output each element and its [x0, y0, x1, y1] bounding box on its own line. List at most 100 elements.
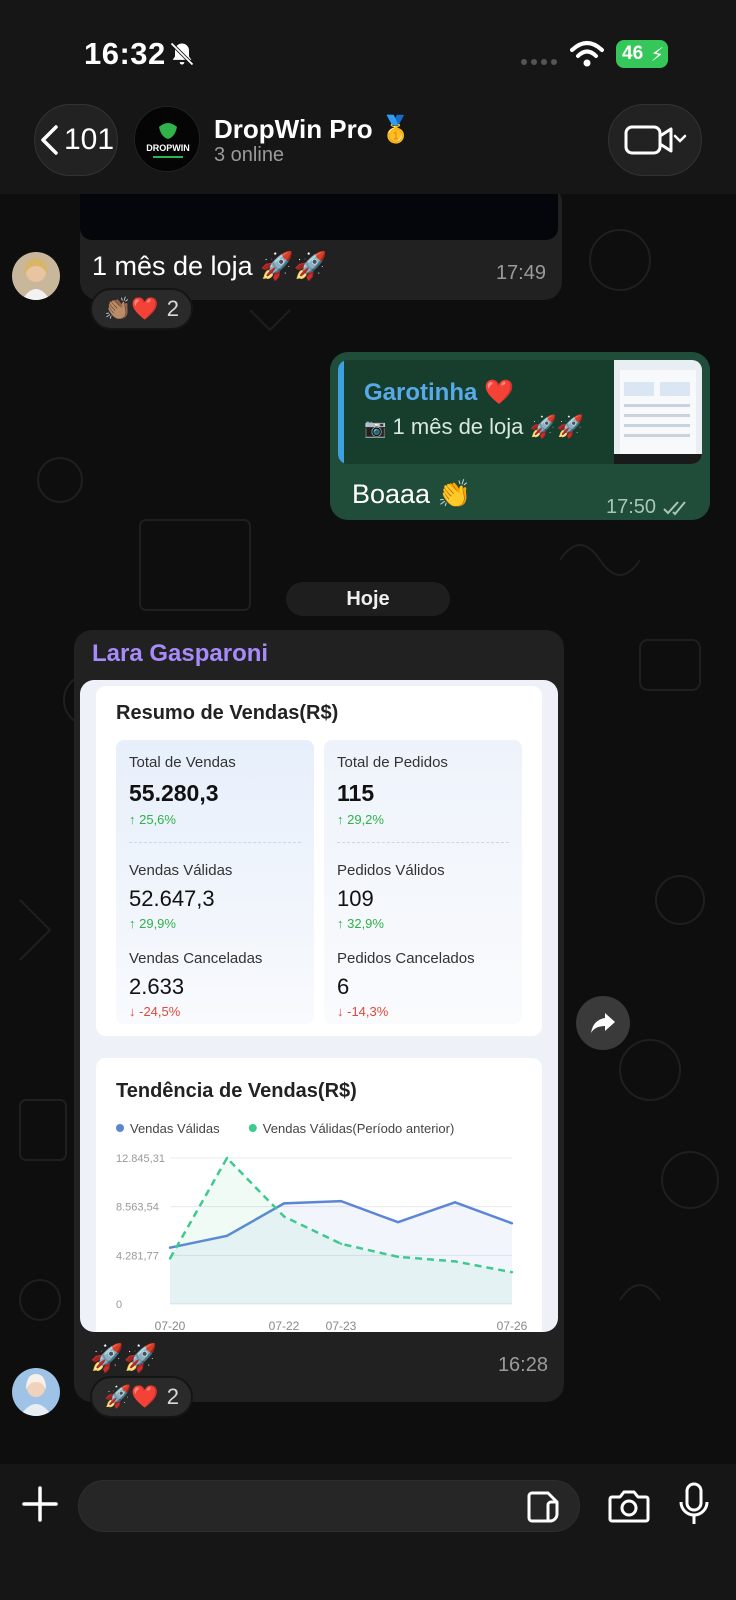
sales-column: Total de Vendas 55.280,3 ↑ 25,6% Vendas … [116, 740, 314, 1024]
data-point [282, 1215, 286, 1218]
chevron-down-icon [673, 134, 687, 143]
message-time: 17:49 [495, 262, 546, 284]
logo-text: DROPWIN [146, 143, 190, 153]
stat-label: Total de Pedidos [337, 754, 448, 771]
stat-change: ↑ 29,2% [337, 812, 384, 827]
message-input[interactable] [78, 1480, 580, 1532]
stat-value: 6 [337, 974, 350, 999]
stat-label: Pedidos Cancelados [337, 950, 475, 967]
quoted-text: 📷 1 mês de loja 🚀🚀 [364, 414, 585, 440]
stat-label: Pedidos Válidos [337, 862, 445, 879]
video-camera-icon [624, 125, 687, 155]
chat-header: 16:32 46 ⚡ 101 DROPWIN DropWin Pro 🥇 3 o… [0, 0, 736, 194]
divider [337, 842, 509, 843]
chevron-left-icon [41, 125, 58, 155]
divider [129, 842, 301, 843]
legend-label: Vendas Válidas [130, 1121, 220, 1136]
group-avatar[interactable]: DROPWIN [134, 106, 200, 172]
quoted-sender-name: Garotinha ❤️ [364, 378, 514, 406]
incoming-message-bubble[interactable]: 1 mês de loja 🚀🚀 17:49 [80, 184, 562, 300]
status-time: 16:32 [84, 36, 166, 71]
quote-accent-bar [338, 360, 344, 464]
camera-small-icon: 📷 [364, 418, 387, 438]
cellular-signal-icon [521, 59, 557, 65]
x-tick-label: 07-20 [155, 1319, 186, 1332]
y-tick-label: 0 [116, 1299, 122, 1311]
data-point [396, 1220, 400, 1224]
stat-label: Vendas Válidas [129, 862, 233, 879]
reaction-count: 2 [166, 1384, 180, 1409]
data-point [282, 1202, 286, 1205]
stat-change: ↓ -24,5% [129, 1004, 181, 1019]
stat-change: ↓ -14,3% [337, 1004, 389, 1019]
reaction-emojis: 👏🏽❤️ [104, 296, 159, 322]
stat-change: ↑ 29,9% [129, 916, 176, 931]
sales-trend-chart: Vendas Válidas Vendas Válidas(Período ant… [116, 1121, 528, 1332]
dropwin-logo-icon: DROPWIN [135, 107, 199, 171]
stat-value: 2.633 [129, 974, 185, 999]
message-list: 1 mês de loja 🚀🚀 17:49 👏🏽❤️ 2 Garotinha … [0, 184, 736, 1464]
stat-value: 109 [337, 886, 374, 911]
sender-name: Lara Gasparoni [92, 640, 269, 667]
data-point [225, 1156, 229, 1160]
legend-marker [116, 1124, 124, 1132]
sender-avatar[interactable] [12, 252, 60, 300]
data-point [510, 1222, 514, 1225]
sales-report-image[interactable]: Resumo de Vendas(R$) Total de Vendas 55.… [80, 680, 558, 1332]
data-point [168, 1257, 172, 1260]
group-title[interactable]: DropWin Pro 🥇 [214, 114, 412, 145]
attach-plus-button[interactable] [20, 1484, 60, 1524]
stat-value: 55.280,3 [129, 780, 219, 806]
video-call-button[interactable] [608, 104, 702, 176]
reaction-count: 2 [166, 296, 180, 321]
battery-level: 46 [622, 43, 644, 64]
group-online-status: 3 online [214, 144, 285, 166]
sender-avatar[interactable] [12, 1368, 60, 1416]
message-input-bar [0, 1464, 736, 1600]
data-point [453, 1201, 457, 1204]
microphone-icon[interactable] [678, 1482, 710, 1526]
y-tick-label: 8.563,54 [116, 1202, 159, 1214]
stat-label: Vendas Canceladas [129, 950, 263, 967]
reaction-pill[interactable]: 🚀❤️ 2 [90, 1376, 194, 1418]
date-separator: Hoje [286, 582, 450, 616]
stat-value: 115 [337, 780, 375, 806]
data-point [339, 1242, 343, 1245]
y-tick-label: 12.845,31 [116, 1153, 165, 1165]
data-point [510, 1270, 514, 1274]
forward-button[interactable] [576, 996, 630, 1050]
message-text: Boaaa 👏 [352, 479, 472, 510]
wifi-icon [570, 41, 604, 67]
back-button[interactable]: 101 [34, 104, 118, 176]
quoted-reply[interactable]: Garotinha ❤️ 📷 1 mês de loja 🚀🚀 [338, 360, 702, 464]
sticker-icon[interactable] [526, 1490, 560, 1524]
summary-title: Resumo de Vendas(R$) [116, 702, 339, 724]
avatar-photo [12, 252, 60, 300]
summary-card: Resumo de Vendas(R$) Total de Vendas 55.… [96, 686, 542, 1036]
message-emojis: 🚀🚀 [90, 1343, 158, 1374]
stat-change: ↑ 32,9% [337, 916, 384, 931]
unread-count: 101 [63, 123, 115, 156]
x-tick-label: 07-22 [269, 1319, 300, 1332]
trend-card: Tendência de Vendas(R$) Vendas Válidas Ve… [96, 1058, 542, 1332]
read-receipt-icon [662, 501, 686, 516]
avatar-photo [12, 1368, 60, 1416]
x-tick-label: 07-26 [497, 1319, 528, 1332]
message-text: 1 mês de loja 🚀🚀 [92, 251, 328, 282]
forward-arrow-icon [591, 1013, 615, 1033]
reaction-emojis: 🚀❤️ [104, 1384, 159, 1410]
data-point [339, 1199, 343, 1203]
stat-value: 52.647,3 [129, 886, 215, 911]
legend-label: Vendas Válidas(Período anterior) [263, 1121, 455, 1136]
camera-icon[interactable] [608, 1488, 650, 1524]
data-point [168, 1246, 172, 1249]
charging-bolt-icon: ⚡ [650, 45, 664, 66]
stat-change: ↑ 25,6% [129, 812, 176, 827]
message-time: 16:28 [497, 1354, 548, 1376]
orders-column: Total de Pedidos 115 ↑ 29,2% Pedidos Vál… [324, 740, 522, 1024]
quoted-image-thumbnail [614, 360, 702, 464]
reaction-pill[interactable]: 👏🏽❤️ 2 [90, 288, 194, 330]
stat-label: Total de Vendas [129, 754, 236, 771]
data-point [453, 1260, 457, 1263]
medal-emoji: 🥇 [379, 115, 413, 145]
